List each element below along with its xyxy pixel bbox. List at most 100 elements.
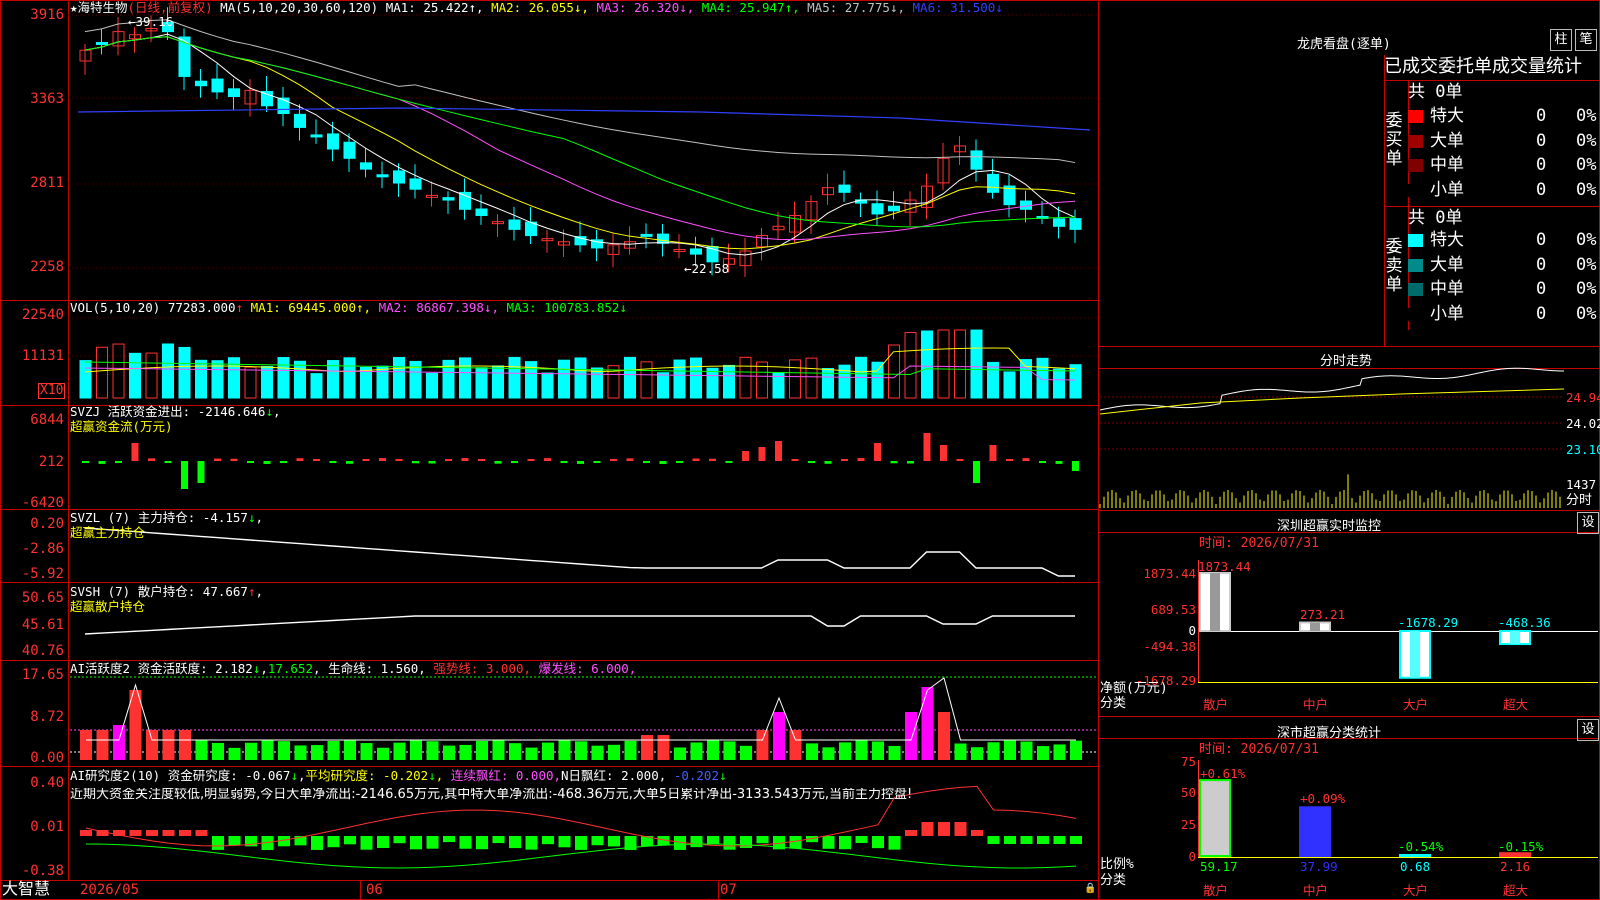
research-bar xyxy=(822,836,835,849)
monitor-settings-button[interactable]: 设 xyxy=(1577,512,1599,534)
vol-ma-value-1: MA1: 69445.000↑, xyxy=(250,300,379,315)
buy-total: 共 0单 xyxy=(1408,82,1463,102)
monitor-value-1: 1873.44 xyxy=(1198,559,1251,574)
research-bar xyxy=(443,836,455,843)
research-bar xyxy=(591,836,604,846)
activity-bar xyxy=(509,743,521,760)
volume-bar xyxy=(1020,359,1032,399)
bar-mode-button[interactable]: 柱 xyxy=(1550,29,1572,51)
research-bar xyxy=(888,836,901,850)
monitor-axis-3: -494.38 xyxy=(1143,639,1196,654)
volume-bar xyxy=(723,364,735,399)
row-label: 大单 xyxy=(1430,130,1464,151)
ai1-axis-2: 0.00 xyxy=(30,750,64,766)
ma-value-1: MA1: 25.422↑, xyxy=(385,0,492,15)
stats-time: 时间: 2026/07/31 xyxy=(1199,742,1319,757)
activity-bar xyxy=(641,735,653,760)
sell-row-3: 中单 0 0% xyxy=(1406,277,1600,301)
volume-bar xyxy=(558,359,570,399)
intraday-vol-unit: 分时 xyxy=(1566,493,1593,508)
brand-label[interactable]: 大智慧 xyxy=(2,880,50,898)
volume-bar xyxy=(591,367,603,399)
svsh-axis-0: 50.65 xyxy=(21,590,64,606)
ai2-header: AI研究度2(10) 资金研究度: -0.067↓,平均研究度: -0.202↓… xyxy=(70,768,727,783)
activity-bar xyxy=(773,712,785,760)
svzj-bar xyxy=(1039,461,1046,463)
sell-row-4: 小单 0 0% xyxy=(1406,302,1600,326)
vol-header: VOL(5,10,20) 77283.000↑ MA1: 69445.000↑,… xyxy=(70,301,627,315)
ma-value-5: MA5: 27.775↓, xyxy=(807,0,913,15)
svzj-bar xyxy=(247,461,254,463)
monitor-value-4: -468.36 xyxy=(1498,615,1551,630)
research-bar xyxy=(608,836,620,847)
svzj-bar xyxy=(197,461,205,483)
svzj-bar xyxy=(263,461,271,464)
row-label: 小单 xyxy=(1430,303,1464,324)
activity-bar xyxy=(855,740,868,760)
candle-body xyxy=(343,141,356,159)
svzj-bar xyxy=(181,461,188,489)
volume-bar xyxy=(277,357,290,399)
svzj-bar xyxy=(643,461,650,463)
intraday-vol-max: 1437 xyxy=(1566,477,1597,492)
research-bar xyxy=(558,836,571,848)
candle-body xyxy=(970,150,983,170)
activity-bar xyxy=(938,712,950,760)
volume-bar xyxy=(673,359,686,399)
lock-icon[interactable]: 🔒 xyxy=(1084,882,1096,896)
svzj-bar xyxy=(1022,458,1030,461)
research-bar xyxy=(575,836,587,850)
activity-bar xyxy=(410,740,422,760)
research-bar xyxy=(492,836,505,844)
ai1-axis-1: 8.72 xyxy=(30,709,64,725)
candle-body xyxy=(211,78,224,93)
svzj-bar xyxy=(1006,459,1013,461)
row-percent: 0% xyxy=(1576,254,1597,275)
main-axis-3: 2258 xyxy=(30,259,64,275)
research-bar xyxy=(311,836,323,850)
research-bar xyxy=(146,830,158,836)
research-bar xyxy=(1037,836,1049,844)
sell-row-2: 大单 0 0% xyxy=(1406,253,1600,277)
candle-body xyxy=(475,208,488,216)
vol-ma-value-2: MA2: 86867.398↓, xyxy=(378,300,507,315)
svsh-value: 散户持仓: 47.667 xyxy=(137,584,248,599)
svzj-bar xyxy=(659,461,667,464)
row-percent: 0% xyxy=(1576,130,1597,151)
svzj-bar xyxy=(329,461,337,463)
activity-bar xyxy=(954,743,967,760)
research-bar xyxy=(1020,836,1033,844)
research-bar xyxy=(839,836,851,850)
volume-bar xyxy=(426,372,438,399)
svzl-axis-2: -5.92 xyxy=(21,566,64,582)
svzj-bar xyxy=(115,461,122,463)
activity-bar xyxy=(476,740,488,760)
activity-bar xyxy=(1053,744,1066,760)
activity-bar xyxy=(311,745,323,760)
activity-bar xyxy=(228,747,241,760)
high-marker: ←39.16 xyxy=(128,14,174,29)
volume-bar xyxy=(1069,364,1082,399)
row-percent: 0% xyxy=(1576,230,1597,250)
activity-bar xyxy=(822,747,835,760)
stats-cat-4: 超大 xyxy=(1503,883,1529,898)
main-header: ★海特生物(日线,前复权) MA(5,10,20,30,60,120) MA1:… xyxy=(70,1,1003,15)
volume-bar xyxy=(888,344,900,399)
color-swatch xyxy=(1408,258,1423,272)
candle-body xyxy=(327,133,339,150)
activity-bar xyxy=(80,730,92,760)
intraday-axis-2: 23.10 xyxy=(1566,442,1600,457)
main-axis-0: 3916 xyxy=(30,7,64,23)
volume-bar xyxy=(492,365,504,399)
svzj-bar xyxy=(346,461,353,464)
row-label: 特大 xyxy=(1430,106,1464,126)
activity-bar xyxy=(740,745,752,760)
stats-settings-button[interactable]: 设 xyxy=(1577,719,1599,741)
svzj-title: 超赢资金流(万元) xyxy=(70,419,173,434)
monitor-bar-shade xyxy=(1410,631,1420,678)
svzj-axis-0: 6844 xyxy=(30,412,64,428)
research-bar xyxy=(344,836,356,845)
stock-name[interactable]: ★海特生物 xyxy=(70,0,128,15)
research-bar xyxy=(179,830,191,836)
tick-mode-button[interactable]: 笔 xyxy=(1575,29,1597,51)
